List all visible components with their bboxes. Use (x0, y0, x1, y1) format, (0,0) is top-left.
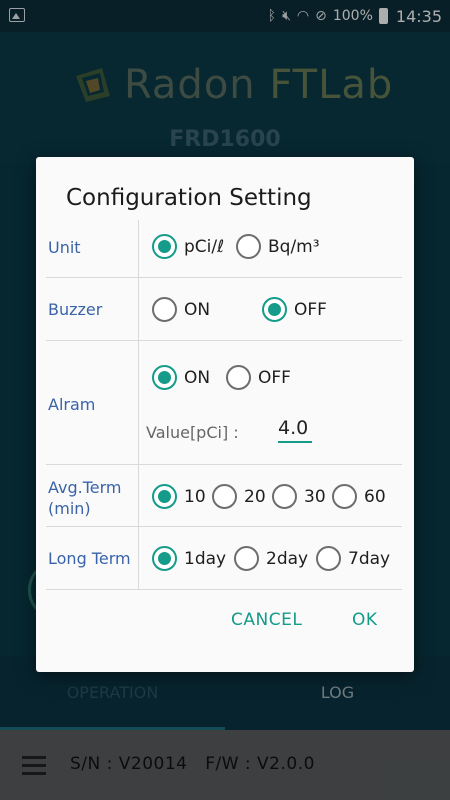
radio-selected-icon[interactable] (262, 297, 287, 322)
avg-term-option-10[interactable]: 10 (152, 484, 206, 509)
radio-selected-icon[interactable] (152, 234, 177, 259)
radio-unselected-icon[interactable] (272, 484, 297, 509)
settings-table: Unit pCi/ℓ Bq/m³ Buzzer ON OFF Alram ON … (46, 220, 402, 590)
alarm-label: Alram (48, 395, 96, 414)
unit-option-bq[interactable]: Bq/m³ (236, 234, 320, 259)
avg-term-label: Avg.Term (min) (48, 478, 122, 518)
buzzer-label: Buzzer (48, 300, 103, 319)
radio-unselected-icon[interactable] (212, 484, 237, 509)
avg-term-row: Avg.Term (min) 10 20 30 60 (46, 465, 402, 527)
long-term-row: Long Term 1day 2day 7day (46, 527, 402, 590)
long-term-option-7day[interactable]: 7day (316, 546, 390, 571)
radio-selected-icon[interactable] (152, 365, 177, 390)
buzzer-row: Buzzer ON OFF (46, 278, 402, 341)
avg-term-option-20[interactable]: 20 (212, 484, 266, 509)
ok-button[interactable]: OK (352, 610, 378, 630)
dialog-title: Configuration Setting (66, 185, 312, 211)
alarm-row: Alram ON OFF Value[pCi] : (46, 341, 402, 465)
alarm-option-on[interactable]: ON (152, 365, 210, 390)
radio-selected-icon[interactable] (152, 484, 177, 509)
long-term-option-2day[interactable]: 2day (234, 546, 308, 571)
configuration-dialog: Configuration Setting Unit pCi/ℓ Bq/m³ B… (36, 157, 414, 672)
radio-unselected-icon[interactable] (226, 365, 251, 390)
radio-selected-icon[interactable] (152, 546, 177, 571)
alarm-option-off[interactable]: OFF (226, 365, 291, 390)
unit-option-pci[interactable]: pCi/ℓ (152, 234, 224, 259)
buzzer-option-on[interactable]: ON (152, 297, 210, 322)
alarm-value-label: Value[pCi] : (146, 423, 239, 442)
buzzer-option-off[interactable]: OFF (262, 297, 327, 322)
alarm-value-input[interactable] (278, 417, 312, 443)
unit-label: Unit (48, 238, 81, 257)
avg-term-option-60[interactable]: 60 (332, 484, 386, 509)
unit-row: Unit pCi/ℓ Bq/m³ (46, 220, 402, 278)
long-term-label: Long Term (48, 549, 131, 568)
radio-unselected-icon[interactable] (152, 297, 177, 322)
radio-unselected-icon[interactable] (316, 546, 341, 571)
cancel-button[interactable]: CANCEL (231, 610, 302, 630)
radio-unselected-icon[interactable] (234, 546, 259, 571)
long-term-option-1day[interactable]: 1day (152, 546, 226, 571)
radio-unselected-icon[interactable] (332, 484, 357, 509)
radio-unselected-icon[interactable] (236, 234, 261, 259)
avg-term-option-30[interactable]: 30 (272, 484, 326, 509)
